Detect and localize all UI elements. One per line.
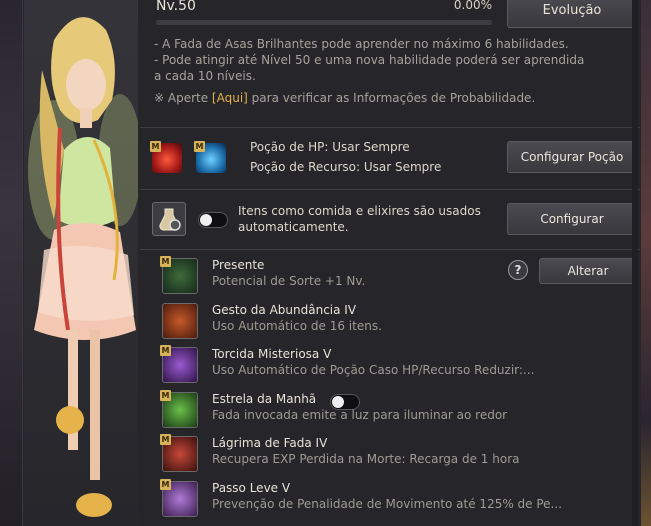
evolution-button[interactable]: Evolução	[507, 0, 637, 28]
skill-name: Presente	[212, 258, 265, 272]
skill-item[interactable]: M Passo Leve V Prevenção de Penalidade d…	[160, 479, 632, 523]
divider	[140, 127, 640, 128]
m-badge: M	[150, 141, 161, 152]
level-row: Nv.50 0.00%	[156, 0, 492, 30]
note-info-suffix: para verificar as Informações de Probabi…	[247, 91, 536, 105]
divider	[140, 249, 640, 250]
skill-item[interactable]: M Torcida Misteriosa V Uso Automático de…	[160, 345, 632, 389]
resource-potion-setting: Poção de Recurso: Usar Sempre	[250, 160, 442, 174]
skill-desc: Uso Automático de Poção Caso HP/Recurso …	[212, 363, 535, 377]
hp-potion-setting: Poção de HP: Usar Sempre	[250, 140, 410, 154]
note-info-prefix: ※ Aperte	[154, 91, 212, 105]
m-badge: M	[160, 256, 171, 267]
skill-item[interactable]: M Lágrima de Fada IV Recupera EXP Perdid…	[160, 434, 632, 478]
skill-desc: Uso Automático de 16 itens.	[212, 319, 382, 333]
m-badge: M	[160, 434, 171, 445]
fairy-notes: - A Fada de Asas Brilhantes pode aprende…	[154, 36, 594, 106]
note-skill-limit: - A Fada de Asas Brilhantes pode aprende…	[154, 37, 569, 51]
background-left	[0, 0, 22, 526]
probability-info-link[interactable]: [Aqui]	[212, 91, 248, 105]
skill-name: Gesto da Abundância IV	[212, 303, 357, 317]
auto-items-toggle[interactable]	[198, 212, 228, 228]
note-level-cap: - Pode atingir até Nível 50 e uma nova h…	[154, 53, 585, 83]
content-area: Nv.50 0.00% Evolução - A Fada de Asas Br…	[140, 0, 640, 526]
skill-item[interactable]: Gesto da Abundância IV Uso Automático de…	[162, 303, 632, 345]
skill-item[interactable]: M Presente Potencial de Sorte +1 Nv.	[160, 256, 632, 300]
fairy-portrait	[24, 0, 138, 526]
configure-potion-button[interactable]: Configurar Poção	[507, 141, 637, 173]
skill-name: Lágrima de Fada IV	[212, 436, 328, 450]
skill-desc: Prevenção de Penalidade de Movimento até…	[212, 497, 563, 511]
background-right	[640, 0, 651, 526]
skill-name: Passo Leve V	[212, 481, 291, 495]
flask-gear-icon	[159, 208, 181, 231]
fairy-illustration	[28, 17, 138, 517]
skill-item[interactable]: M Estrela da Manhã Fada invocada emite a…	[160, 390, 632, 434]
toggle-knob	[332, 396, 344, 408]
level-label: Nv.50	[156, 0, 196, 14]
m-badge: M	[160, 479, 171, 490]
note-probability-info: ※ Aperte [Aqui] para verificar as Inform…	[154, 90, 594, 106]
m-badge: M	[194, 141, 205, 152]
m-badge: M	[160, 390, 171, 401]
configure-button[interactable]: Configurar	[507, 203, 637, 235]
divider	[140, 189, 640, 190]
skill-desc: Fada invocada emite a luz para iluminar …	[212, 408, 508, 422]
skill-name: Estrela da Manhã	[212, 392, 317, 406]
auto-items-label: Itens como comida e elixires são usados …	[238, 204, 481, 234]
level-percent: 0.00%	[453, 0, 492, 12]
elixir-settings-icon	[152, 202, 186, 236]
experience-bar	[156, 20, 492, 25]
scrollbar[interactable]	[632, 0, 638, 526]
fairy-hand-icon	[162, 303, 198, 339]
hp-potion-icon[interactable]: M	[150, 141, 182, 173]
skill-desc: Potencial de Sorte +1 Nv.	[212, 274, 366, 288]
m-badge: M	[160, 345, 171, 356]
resource-potion-icon[interactable]: M	[194, 141, 226, 173]
skill-desc: Recupera EXP Perdida na Morte: Recarga d…	[212, 452, 520, 466]
toggle-knob	[200, 214, 212, 226]
skill-name: Torcida Misteriosa V	[212, 347, 332, 361]
